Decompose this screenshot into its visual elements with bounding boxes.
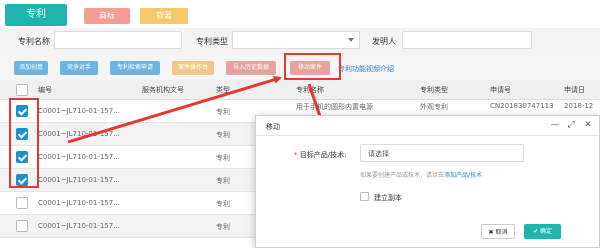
select-placeholder: 请选择 [368,150,389,158]
create-copy-label: 建立副本 [374,194,402,202]
arrow-to-move-button [67,75,282,144]
target-product-label-text: 目标产品/技术: [299,151,347,159]
maximize-icon[interactable]: ⤢ [566,120,576,130]
cancel-button[interactable]: ✖ 取消 [481,224,515,239]
create-copy-checkbox[interactable] [360,192,369,201]
confirm-button[interactable]: ✔ 确定 [524,224,561,239]
target-product-label: * 目标产品/技术: [294,150,346,160]
minimize-icon[interactable]: — [550,120,560,130]
dialog-title: 移动 [266,123,280,131]
add-product-link[interactable]: 添加产品/技术 [444,172,482,179]
close-icon[interactable]: ✕ [583,120,593,130]
dialog-header: 移动 — ⤢ ✕ [256,116,599,136]
target-product-select[interactable]: 请选择 [360,144,524,162]
create-hint: 如果要创建产品或技术，请点击添加产品/技术 [360,170,482,179]
required-mark: * [294,151,298,159]
hint-text: 如果要创建产品或技术，请点击 [360,172,445,179]
move-dialog: 移动 — ⤢ ✕ * 目标产品/技术: 请选择 如果要创建产品或技术，请点击添加… [255,115,600,248]
